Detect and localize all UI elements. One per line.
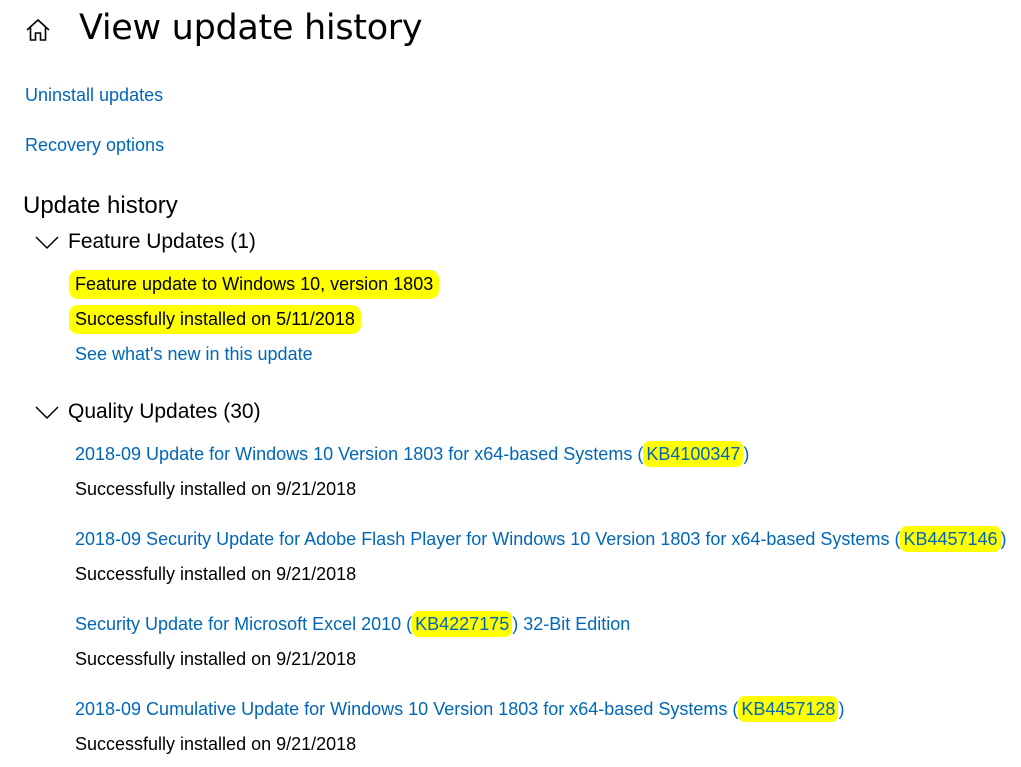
quality-update-status: Successfully installed on 9/21/2018 [75,564,357,584]
kb-number-highlight: KB4457146 [900,526,1001,552]
see-whats-new-link[interactable]: See what's new in this update [75,344,313,365]
home-button[interactable] [24,6,54,50]
quality-update-title-suffix: ) [743,444,750,464]
quality-update-title-suffix: ) [1000,529,1007,549]
quality-update-title-suffix: ) 32-Bit Edition [512,614,631,634]
page-title: View update history [79,8,423,48]
quality-update-link[interactable]: 2018-09 Cumulative Update for Windows 10… [75,696,845,722]
feature-update-status: Successfully installed on 5/11/2018 [69,305,361,334]
feature-update-status-text: Successfully installed on 5/11/2018 [69,305,361,334]
home-icon [26,18,50,41]
quality-updates-label: Quality Updates (30) [68,400,261,423]
uninstall-updates-link[interactable]: Uninstall updates [25,85,163,106]
quality-update-link[interactable]: 2018-09 Security Update for Adobe Flash … [75,526,1007,552]
feature-updates-label: Feature Updates (1) [68,230,256,253]
chevron-down-icon [35,406,59,420]
quality-update-link[interactable]: 2018-09 Update for Windows 10 Version 18… [75,441,750,467]
kb-number-highlight: KB4457128 [738,696,839,722]
quality-update-status: Successfully installed on 9/21/2018 [75,734,357,754]
quality-update-title: 2018-09 Cumulative Update for Windows 10… [75,699,739,719]
kb-number-highlight: KB4227175 [412,611,513,637]
quality-update-link[interactable]: Security Update for Microsoft Excel 2010… [75,611,631,637]
recovery-options-link[interactable]: Recovery options [25,135,164,156]
feature-update-name: Feature update to Windows 10, version 18… [69,270,440,299]
quality-update-title: Security Update for Microsoft Excel 2010… [75,614,413,634]
quality-update-title: 2018-09 Update for Windows 10 Version 18… [75,444,644,464]
quality-update-title-suffix: ) [838,699,845,719]
feature-update-name-text: Feature update to Windows 10, version 18… [69,270,440,299]
update-history-heading: Update history [23,192,178,219]
quality-updates-expander[interactable]: Quality Updates (30) [34,400,261,424]
chevron-down-icon [35,236,59,250]
settings-page: View update history Uninstall updates Re… [0,0,1021,767]
quality-update-status: Successfully installed on 9/21/2018 [75,479,357,499]
feature-updates-expander[interactable]: Feature Updates (1) [34,230,256,254]
quality-update-status: Successfully installed on 9/21/2018 [75,649,357,669]
quality-update-title: 2018-09 Security Update for Adobe Flash … [75,529,901,549]
kb-number-highlight: KB4100347 [643,441,744,467]
